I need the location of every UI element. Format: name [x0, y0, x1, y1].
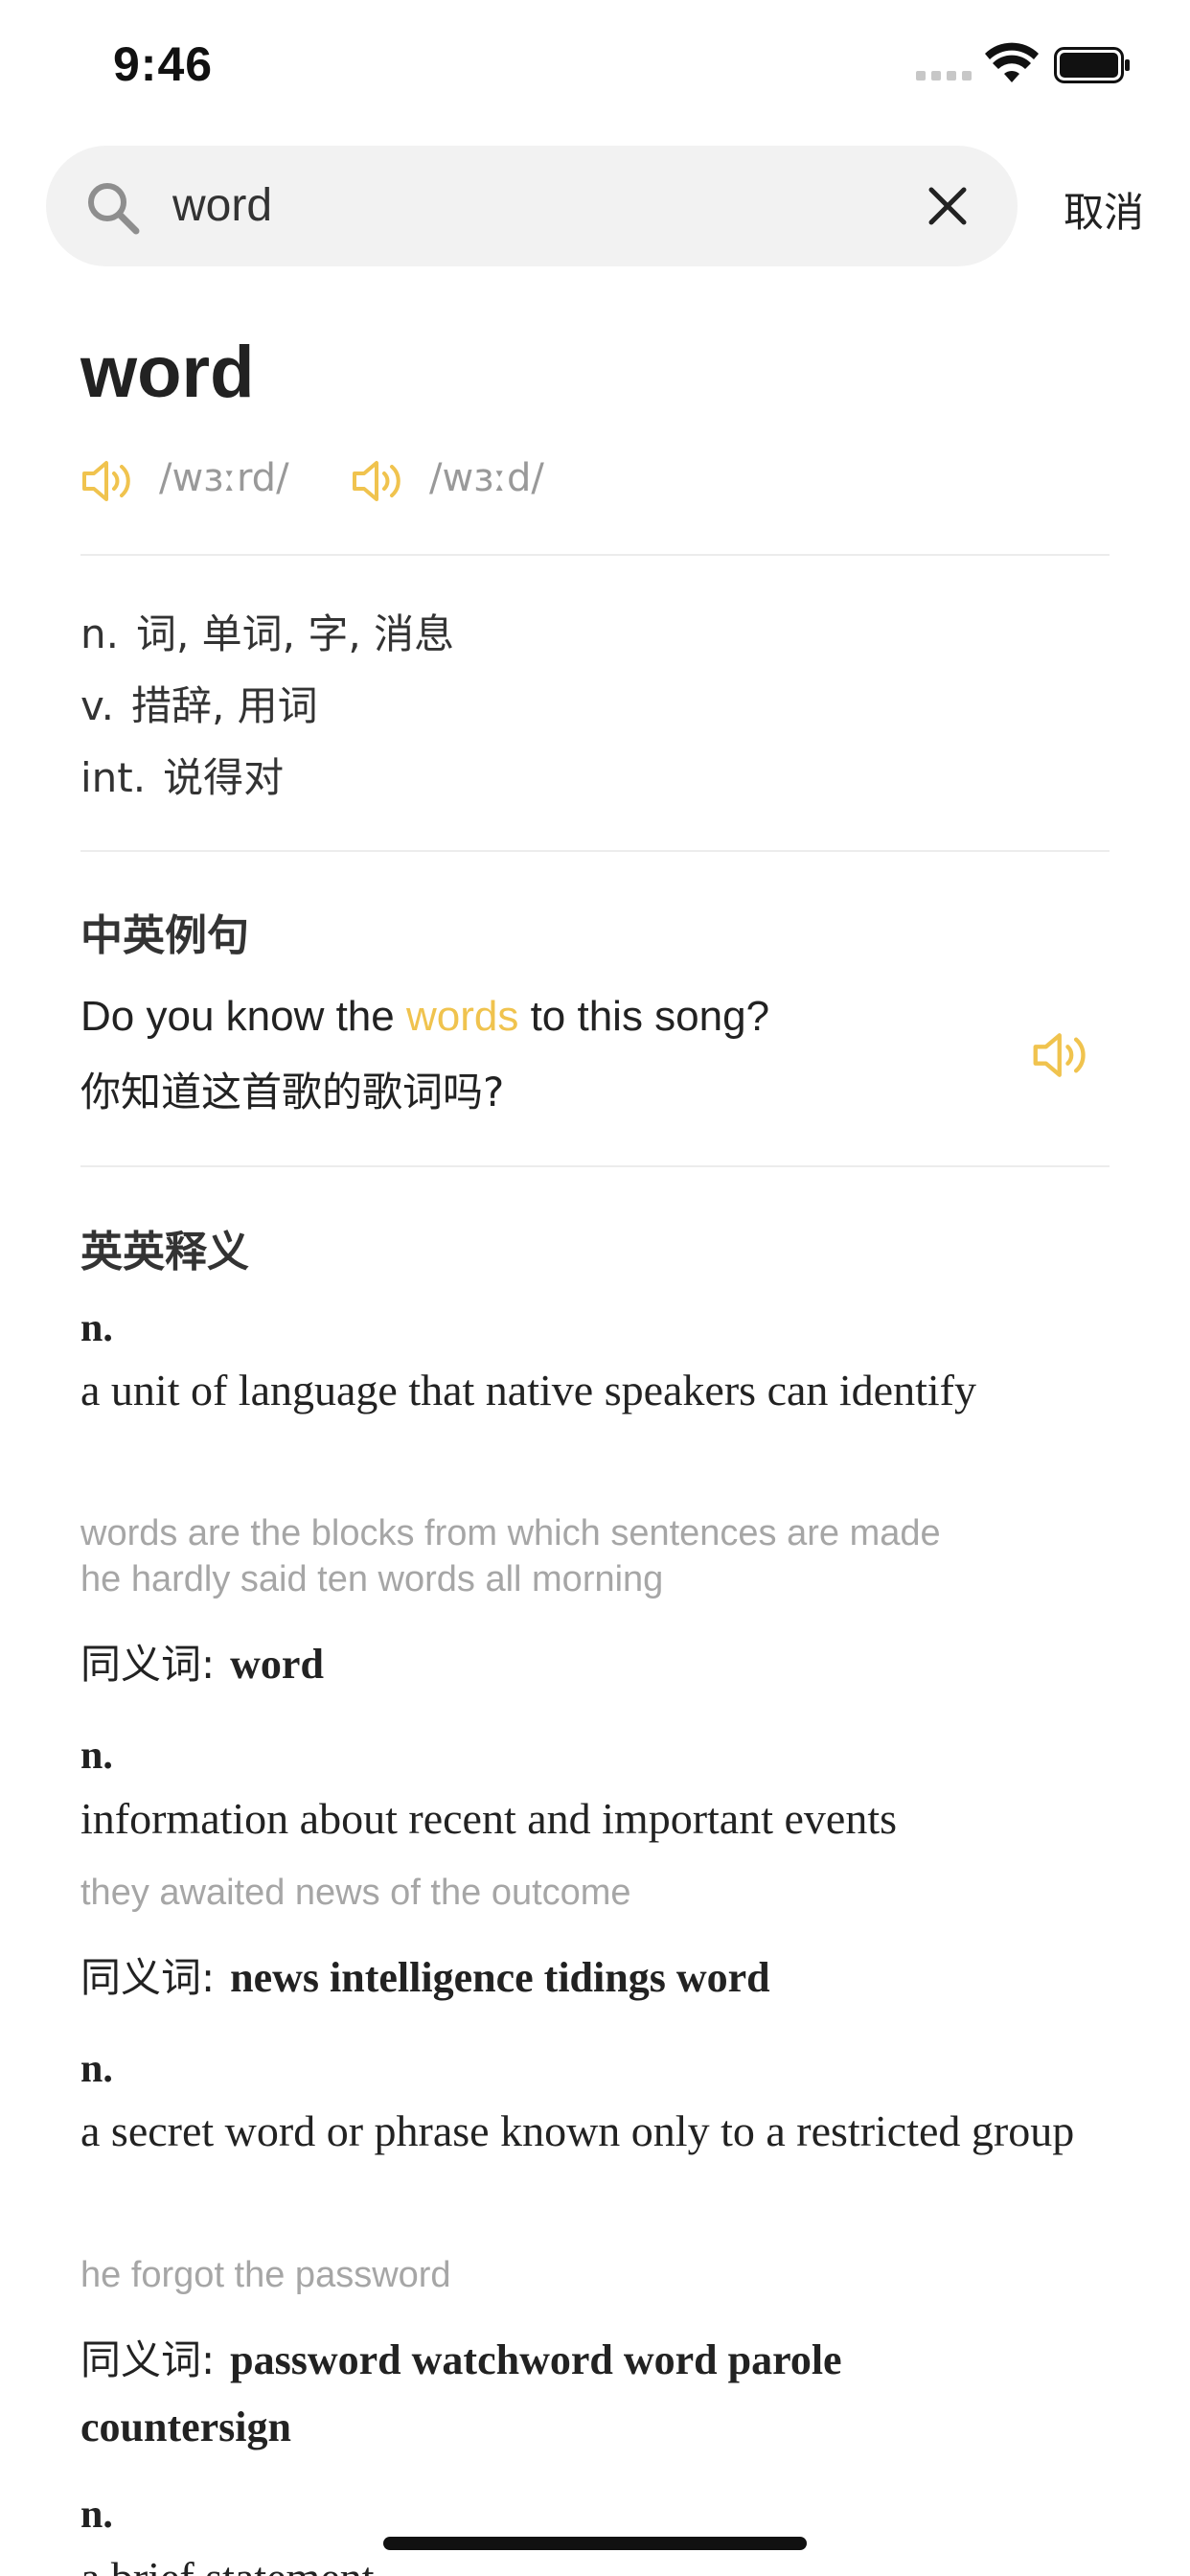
- definition-pos: v.: [80, 682, 114, 729]
- example-text: Do you know the: [80, 993, 406, 1040]
- definition-meaning: 说得对: [163, 754, 285, 801]
- synonyms-row: 同义词: password watchword word parole count…: [80, 2327, 943, 2461]
- cellular-signal-icon: [916, 71, 972, 80]
- speaker-icon-uk[interactable]: [351, 459, 408, 503]
- sense-definition: a secret word or phrase known only to a …: [80, 2106, 1075, 2155]
- sense-pos: n.: [80, 2493, 113, 2537]
- definition-pos: n.: [80, 610, 119, 657]
- sense-pos: n.: [80, 1306, 113, 1350]
- synonyms-row: 同义词: word: [80, 1631, 1096, 1698]
- definition-meaning: 词, 单词, 字, 消息: [135, 610, 455, 657]
- sense-example: he forgot the password: [80, 2255, 451, 2295]
- definition-pos: int.: [80, 754, 147, 801]
- sense-definition: information about recent and important e…: [80, 1794, 898, 1843]
- definition-meaning: 措辞, 用词: [130, 682, 318, 729]
- cancel-button[interactable]: 取消: [1064, 180, 1144, 239]
- examples-section-title: 中英例句: [80, 911, 249, 960]
- sense-pos: n.: [80, 1734, 113, 1778]
- synonyms-row: 同义词: news intelligence tidings word: [80, 1944, 1096, 2012]
- speaker-icon-us[interactable]: [80, 459, 138, 503]
- sense-definition: a unit of language that native speakers …: [80, 1366, 976, 1414]
- search-input[interactable]: [172, 169, 901, 242]
- wifi-icon: [985, 42, 1039, 82]
- divider: [80, 850, 1110, 852]
- example-sentence: Do you know the words to this song?: [80, 993, 769, 1041]
- status-bar: 9:46: [0, 0, 1190, 134]
- example-translation: 你知道这首歌的歌词吗?: [80, 1069, 505, 1116]
- example-speaker-icon[interactable]: [1031, 1031, 1094, 1079]
- definition-row: n. 词, 单词, 字, 消息: [80, 602, 454, 660]
- sense-pos: n.: [80, 2047, 113, 2091]
- english-section-title: 英英释义: [80, 1228, 249, 1276]
- status-time: 9:46: [113, 37, 214, 91]
- sense-example: he hardly said ten words all morning: [80, 1559, 664, 1599]
- example-text: to this song?: [518, 993, 770, 1040]
- divider: [80, 554, 1110, 556]
- battery-icon: [1054, 47, 1130, 83]
- definition-row: v. 措辞, 用词: [80, 674, 318, 732]
- synonyms-words: news intelligence tidings word: [230, 1954, 770, 2001]
- divider: [80, 1165, 1110, 1167]
- search-icon: [88, 183, 140, 235]
- phonetic-uk: /wɜːd/: [429, 456, 544, 500]
- synonyms-words: word: [230, 1641, 324, 1688]
- phonetic-us: /wɜːrd/: [159, 456, 289, 500]
- definition-row: int. 说得对: [80, 746, 284, 804]
- synonyms-label: 同义词:: [80, 1641, 216, 1688]
- sense-example: they awaited news of the outcome: [80, 1873, 631, 1913]
- synonyms-label: 同义词:: [80, 1954, 216, 2001]
- clear-icon[interactable]: [926, 184, 970, 228]
- sense-example: words are the blocks from which sentence…: [80, 1513, 941, 1553]
- headword: word: [80, 332, 255, 413]
- synonyms-label: 同义词:: [80, 2336, 216, 2383]
- home-indicator[interactable]: [383, 2537, 807, 2550]
- example-highlight: words: [405, 993, 519, 1040]
